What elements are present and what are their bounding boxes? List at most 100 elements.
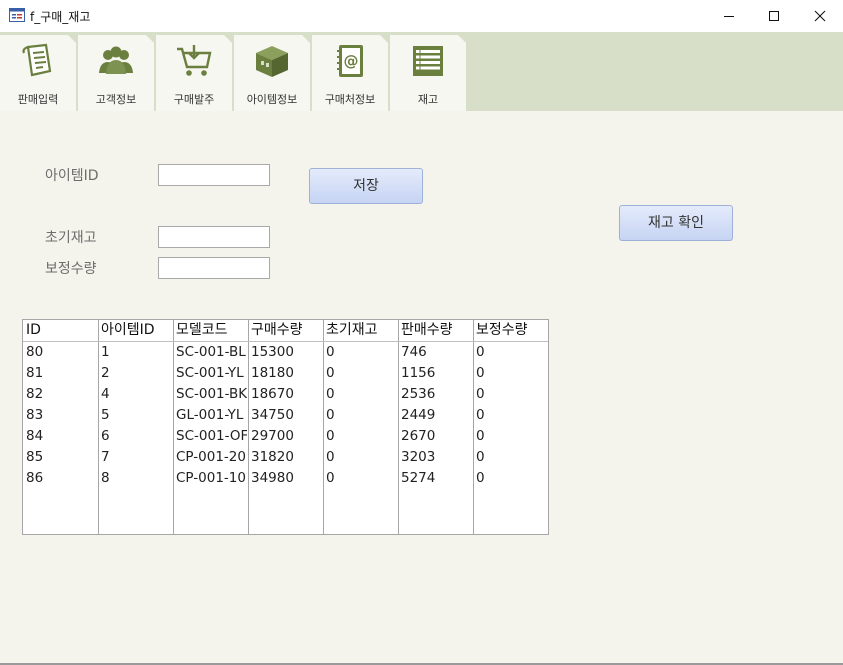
adjust-qty-label: 보정수량: [45, 261, 97, 277]
table-cell: 5: [101, 407, 110, 423]
tab-label: 구매처정보: [324, 93, 376, 106]
stock-list[interactable]: ID 아이템ID 모델코드 구매수량 초기재고 판매수량 보정수량 80 1 SC-001-BL 1…: [22, 319, 549, 535]
table-cell: SC-001-YL: [176, 365, 244, 381]
tab-label: 고객정보: [95, 93, 137, 106]
check-stock-button[interactable]: 재고 확인: [619, 205, 733, 241]
table-cell: 86: [26, 470, 44, 486]
table-cell: 84: [26, 428, 44, 444]
table-cell: 83: [26, 407, 44, 423]
table-cell: 0: [476, 344, 485, 360]
table-cell: 0: [476, 470, 485, 486]
table-cell: CP-001-10: [176, 470, 246, 486]
table-cell: 81: [26, 365, 44, 381]
table-cell: 5274: [401, 470, 436, 486]
table-cell: GL-001-YL: [176, 407, 244, 423]
table-row[interactable]: 83 5 GL-001-YL 34750 0 2449 0: [23, 405, 548, 426]
table-cell: 34750: [251, 407, 294, 423]
table-cell: 0: [326, 470, 335, 486]
item-id-field[interactable]: [158, 164, 270, 186]
adjust-qty-field[interactable]: [158, 257, 270, 279]
tab-stock[interactable]: 재고: [390, 35, 466, 111]
minimize-button[interactable]: [706, 0, 752, 32]
maximize-icon: [769, 11, 779, 21]
table-row[interactable]: 82 4 SC-001-BK 18670 0 2536 0: [23, 384, 548, 405]
column-header[interactable]: 초기재고: [326, 320, 397, 340]
table-cell: 2670: [401, 428, 436, 444]
table-cell: 31820: [251, 449, 294, 465]
table-cell: 746: [401, 344, 427, 360]
table-cell: 85: [26, 449, 44, 465]
table-cell: 29700: [251, 428, 294, 444]
table-cell: 80: [26, 344, 44, 360]
table-cell: 0: [476, 449, 485, 465]
column-header[interactable]: 구매수량: [251, 320, 322, 340]
tab-item-info[interactable]: 아이템정보: [234, 35, 310, 111]
table-row[interactable]: 85 7 CP-001-20 31820 0 3203 0: [23, 447, 548, 468]
table-cell: SC-001-BK: [176, 386, 247, 402]
address-book-icon: @: [337, 45, 363, 77]
table-cell: 0: [326, 428, 335, 444]
table-cell: 82: [26, 386, 44, 402]
receipt-icon: [22, 43, 52, 77]
table-cell: 2: [101, 365, 110, 381]
form-icon: [9, 8, 25, 22]
tab-label: 판매입력: [17, 93, 59, 106]
table-cell: 0: [326, 344, 335, 360]
table-cell: 3203: [401, 449, 436, 465]
tab-sales-entry[interactable]: 판매입력: [0, 35, 76, 111]
minimize-icon: [724, 16, 734, 17]
table-cell: 0: [326, 386, 335, 402]
table-cell: SC-001-OF: [176, 428, 247, 444]
box-icon: [256, 46, 288, 77]
window-title: f_구매_재고: [30, 10, 91, 24]
table-cell: 18670: [251, 386, 294, 402]
table-cell: 34980: [251, 470, 294, 486]
tab-label: 재고: [417, 93, 439, 106]
table-row[interactable]: 84 6 SC-001-OF 29700 0 2670 0: [23, 426, 548, 447]
table-cell: 6: [101, 428, 110, 444]
save-button[interactable]: 저장: [309, 168, 423, 204]
column-header[interactable]: 판매수량: [401, 320, 472, 340]
close-button[interactable]: [797, 0, 843, 32]
table-cell: 0: [476, 365, 485, 381]
table-cell: 0: [326, 449, 335, 465]
title-bar: f_구매_재고: [0, 0, 843, 32]
item-id-label: 아이템ID: [45, 168, 99, 184]
table-cell: CP-001-20: [176, 449, 246, 465]
tab-label: 아이템정보: [246, 93, 298, 106]
table-cell: 18180: [251, 365, 294, 381]
initial-stock-label: 초기재고: [45, 230, 97, 246]
close-icon: [814, 10, 826, 22]
table-cell: 4: [101, 386, 110, 402]
table-cell: 2536: [401, 386, 436, 402]
table-row[interactable]: 80 1 SC-001-BL 15300 0 746 0: [23, 342, 548, 363]
table-cell: 0: [476, 428, 485, 444]
tab-label: 구매발주: [173, 93, 215, 106]
table-row[interactable]: 81 2 SC-001-YL 18180 0 1156 0: [23, 363, 548, 384]
cart-icon: [177, 45, 212, 76]
table-cell: 0: [476, 407, 485, 423]
table-cell: SC-001-BL: [176, 344, 246, 360]
table-cell: 2449: [401, 407, 436, 423]
users-icon: [99, 46, 133, 74]
table-cell: 15300: [251, 344, 294, 360]
table-row[interactable]: 86 8 CP-001-10 34980 0 5274 0: [23, 468, 548, 489]
column-header[interactable]: ID: [26, 320, 97, 340]
column-header[interactable]: 아이템ID: [101, 320, 172, 340]
table-cell: 0: [326, 407, 335, 423]
svg-text:@: @: [344, 52, 359, 70]
tab-purchase-order[interactable]: 구매발주: [156, 35, 232, 111]
initial-stock-field[interactable]: [158, 226, 270, 248]
table-cell: 8: [101, 470, 110, 486]
table-cell: 0: [476, 386, 485, 402]
column-header[interactable]: 모델코드: [176, 320, 247, 340]
table-cell: 1: [101, 344, 110, 360]
column-header[interactable]: 보정수량: [476, 320, 547, 340]
list-icon: [413, 46, 443, 76]
table-cell: 1156: [401, 365, 436, 381]
navigation-tabs: 판매입력 고객정보 구매발주 아이템정보 @ 구매처정보 재고: [0, 32, 843, 111]
tab-customer-info[interactable]: 고객정보: [78, 35, 154, 111]
maximize-button[interactable]: [751, 0, 797, 32]
table-cell: 0: [326, 365, 335, 381]
tab-supplier-info[interactable]: @ 구매처정보: [312, 35, 388, 111]
